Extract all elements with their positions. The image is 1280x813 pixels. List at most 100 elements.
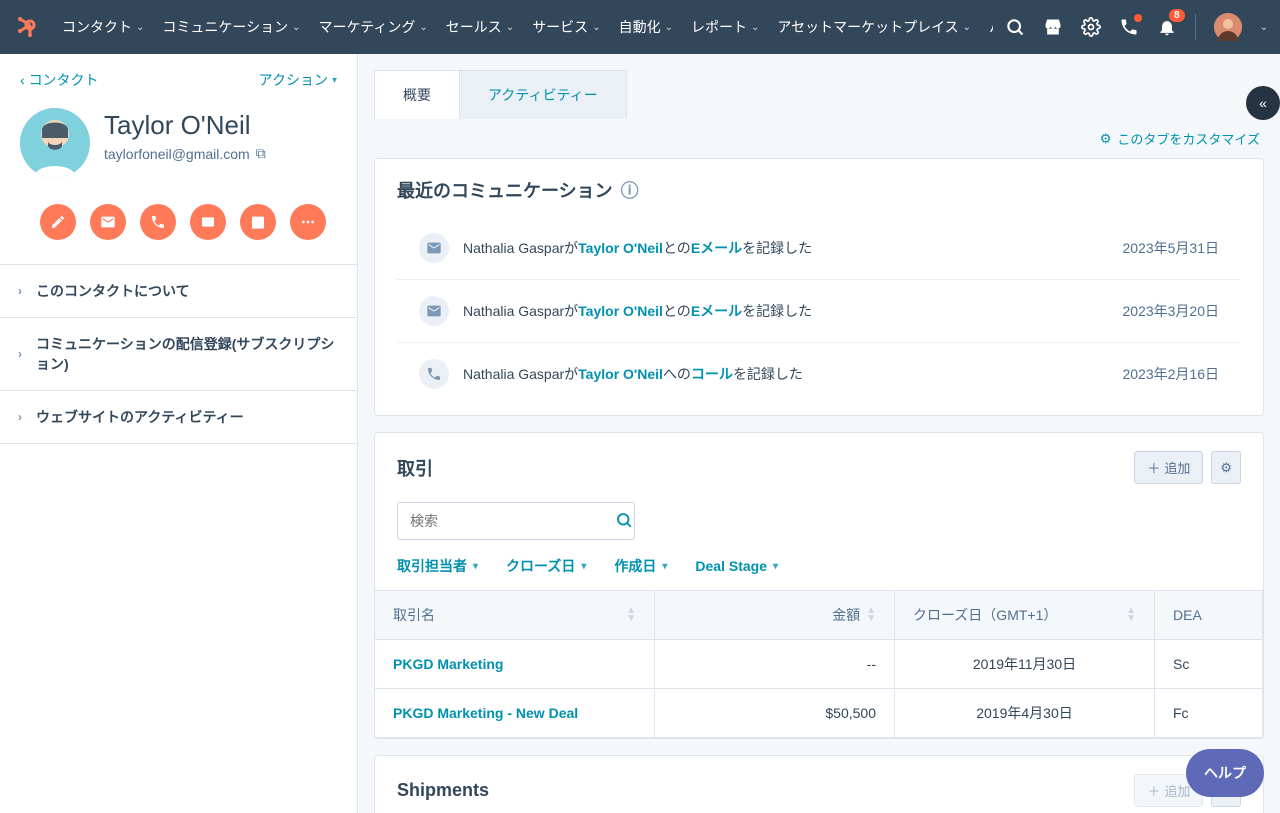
search-icon[interactable] — [1005, 17, 1025, 37]
add-deal-button[interactable]: ＋追加 — [1134, 451, 1203, 484]
nav-icons: 8 ⌄ — [1005, 13, 1268, 41]
filter-createdate[interactable]: 作成日▾ — [614, 556, 667, 576]
filter-closedate[interactable]: クローズ日▾ — [506, 556, 586, 576]
shipments-title: Shipments — [397, 780, 489, 801]
communication-item[interactable]: Nathalia GasparがTaylor O'NeilとのEメールを記録した… — [397, 279, 1241, 342]
chevron-down-icon: ⌄ — [419, 22, 427, 33]
contact-action-buttons — [0, 196, 357, 264]
nav-communications[interactable]: コミュニケーション⌄ — [154, 9, 308, 45]
call-button[interactable] — [140, 204, 176, 240]
col-amount[interactable]: 金額▲▼ — [655, 591, 895, 640]
tab-activity[interactable]: アクティビティー — [460, 70, 627, 119]
chevron-right-icon: › — [18, 347, 22, 361]
notif-count: 8 — [1169, 9, 1185, 22]
filter-dealstage[interactable]: Deal Stage▾ — [695, 556, 778, 576]
accordion-website-activity[interactable]: ›ウェブサイトのアクティビティー — [0, 391, 357, 444]
more-button[interactable] — [290, 204, 326, 240]
top-nav: コンタクト⌄ コミュニケーション⌄ マーケティング⌄ セールス⌄ サービス⌄ 自… — [0, 0, 1280, 54]
schedule-button[interactable] — [240, 204, 276, 240]
sidebar: ‹ コンタクト アクション ▾ Taylor O'Neil taylorfone… — [0, 54, 358, 813]
nav-sales[interactable]: セールス⌄ — [438, 9, 522, 45]
contact-avatar[interactable] — [20, 108, 90, 178]
sort-icon: ▲▼ — [626, 607, 636, 623]
nav-reports[interactable]: レポート⌄ — [683, 9, 767, 45]
note-button[interactable] — [40, 204, 76, 240]
nav-marketplace[interactable]: アセットマーケットプレイス⌄ — [769, 9, 979, 45]
nav-items: コンタクト⌄ コミュニケーション⌄ マーケティング⌄ セールス⌄ サービス⌄ 自… — [54, 9, 993, 45]
cell-amount: $50,500 — [655, 689, 895, 738]
table-row: PKGD Marketing -- 2019年11月30日 Sc — [375, 640, 1263, 689]
col-closedate[interactable]: クローズ日（GMT+1）▲▼ — [895, 591, 1155, 640]
email-icon — [419, 233, 449, 263]
nav-contacts[interactable]: コンタクト⌄ — [54, 9, 152, 45]
customize-tab-link[interactable]: ⚙このタブをカスタマイズ — [1100, 129, 1260, 148]
hubspot-logo-icon[interactable] — [12, 13, 40, 41]
user-avatar[interactable] — [1214, 13, 1242, 41]
deal-settings-button[interactable]: ⚙ — [1211, 451, 1241, 484]
customize-row: ⚙このタブをカスタマイズ — [374, 119, 1264, 158]
chevron-right-icon: › — [18, 284, 22, 298]
chevron-down-icon: ⌄ — [665, 22, 673, 33]
nav-partners[interactable]: パートナー — [981, 9, 993, 45]
communication-date: 2023年5月31日 — [1122, 238, 1219, 258]
back-link[interactable]: ‹ コンタクト — [20, 70, 99, 90]
table-head: 取引名▲▼ 金額▲▼ クローズ日（GMT+1）▲▼ DEA — [375, 591, 1263, 640]
main-content: 概要 アクティビティー ⚙このタブをカスタマイズ 最近のコミュニケーションⓘ N… — [358, 54, 1280, 813]
email-button[interactable] — [90, 204, 126, 240]
log-button[interactable] — [190, 204, 226, 240]
nav-automation[interactable]: 自動化⌄ — [611, 9, 681, 45]
accordion-about[interactable]: ›このコンタクトについて — [0, 265, 357, 318]
shipments-card: Shipments ＋追加 ⚙ — [374, 755, 1264, 813]
tabs: 概要 アクティビティー — [374, 70, 1264, 119]
actions-dropdown[interactable]: アクション ▾ — [259, 70, 337, 90]
deal-search[interactable] — [397, 502, 635, 540]
chevron-right-icon: › — [18, 410, 22, 424]
tab-overview[interactable]: 概要 — [374, 70, 460, 119]
filter-owner[interactable]: 取引担当者▾ — [397, 556, 478, 576]
deals-card: 取引 ＋追加 ⚙ 取引担当者▾ クローズ日▾ 作成日▾ Deal Stage▾ … — [374, 432, 1264, 739]
communication-item[interactable]: Nathalia GasparがTaylor O'NeilとのEメールを記録した… — [397, 217, 1241, 279]
sort-icon: ▲▼ — [866, 607, 876, 623]
communication-text: Nathalia GasparがTaylor O'NeilとのEメールを記録した — [463, 238, 1122, 258]
contact-name: Taylor O'Neil — [104, 110, 266, 141]
chevron-down-icon: ⌄ — [136, 22, 144, 33]
cell-dealname[interactable]: PKGD Marketing - New Deal — [375, 689, 655, 738]
col-dealstage[interactable]: DEA — [1155, 591, 1263, 640]
communications-title: 最近のコミュニケーションⓘ — [397, 177, 639, 203]
plus-icon: ＋ — [1147, 781, 1160, 800]
gear-icon: ⚙ — [1220, 460, 1232, 476]
copy-icon[interactable]: ⧉ — [256, 145, 266, 162]
chevron-down-icon: ⌄ — [751, 22, 759, 33]
sort-icon: ▲▼ — [1126, 607, 1136, 623]
bell-icon[interactable]: 8 — [1157, 17, 1177, 37]
communication-text: Nathalia GasparがTaylor O'NeilとのEメールを記録した — [463, 301, 1122, 321]
deals-title: 取引 — [397, 455, 433, 481]
marketplace-icon[interactable] — [1043, 17, 1063, 37]
communications-card: 最近のコミュニケーションⓘ Nathalia GasparがTaylor O'N… — [374, 158, 1264, 416]
accordion-subscription[interactable]: ›コミュニケーションの配信登録(サブスクリプション) — [0, 318, 357, 391]
sidebar-accordion: ›このコンタクトについて ›コミュニケーションの配信登録(サブスクリプション) … — [0, 264, 357, 444]
phone-icon[interactable] — [1119, 17, 1139, 37]
nav-marketing[interactable]: マーケティング⌄ — [311, 9, 436, 45]
deals-table: 取引名▲▼ 金額▲▼ クローズ日（GMT+1）▲▼ DEA PKGD Marke… — [375, 590, 1263, 738]
nav-service[interactable]: サービス⌄ — [524, 9, 608, 45]
notif-dot — [1134, 14, 1142, 22]
cell-stage: Sc — [1155, 640, 1263, 689]
collapse-panel-button[interactable]: « — [1246, 86, 1280, 120]
help-button[interactable]: ヘルプ — [1186, 749, 1264, 797]
plus-icon: ＋ — [1147, 458, 1160, 477]
communication-text: Nathalia GasparがTaylor O'Neilへのコールを記録した — [463, 364, 1122, 384]
chevron-down-icon[interactable]: ⌄ — [1260, 22, 1268, 33]
deal-search-input[interactable] — [398, 503, 603, 539]
communication-item[interactable]: Nathalia GasparがTaylor O'Neilへのコールを記録した … — [397, 342, 1241, 405]
communication-date: 2023年3月20日 — [1122, 301, 1219, 321]
col-dealname[interactable]: 取引名▲▼ — [375, 591, 655, 640]
cell-dealname[interactable]: PKGD Marketing — [375, 640, 655, 689]
table-row: PKGD Marketing - New Deal $50,500 2019年4… — [375, 689, 1263, 738]
search-icon[interactable] — [603, 511, 645, 532]
email-icon — [419, 296, 449, 326]
chevron-down-icon: ⌄ — [963, 22, 971, 33]
cell-closedate: 2019年11月30日 — [895, 640, 1155, 689]
gear-icon[interactable] — [1081, 17, 1101, 37]
info-icon[interactable]: ⓘ — [621, 177, 639, 203]
